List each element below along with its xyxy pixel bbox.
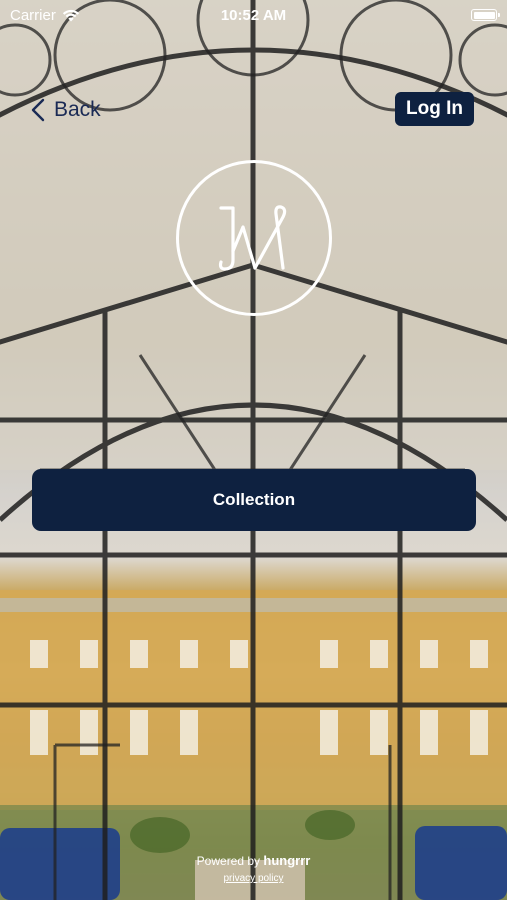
carrier-label: Carrier — [10, 6, 56, 24]
chevron-left-icon — [31, 98, 45, 122]
status-left: Carrier — [10, 7, 80, 24]
login-button[interactable]: Log In — [395, 92, 474, 126]
background-image — [0, 0, 507, 900]
powered-brand: hungrrr — [263, 853, 311, 868]
greenhouse-frame-illustration — [0, 0, 507, 900]
k-monogram-logo — [176, 160, 332, 316]
collection-button[interactable]: Collection — [32, 469, 476, 531]
powered-prefix: Powered by — [196, 854, 264, 868]
back-label: Back — [54, 98, 101, 121]
battery-icon — [471, 9, 500, 21]
status-bar: Carrier 10:52 AM — [0, 0, 507, 30]
wifi-icon — [62, 9, 79, 21]
privacy-policy-link[interactable]: privacy policy — [0, 873, 507, 884]
status-time: 10:52 AM — [220, 6, 287, 24]
back-button[interactable]: Back — [28, 94, 101, 126]
powered-by-text: Powered by hungrrr — [0, 853, 507, 868]
